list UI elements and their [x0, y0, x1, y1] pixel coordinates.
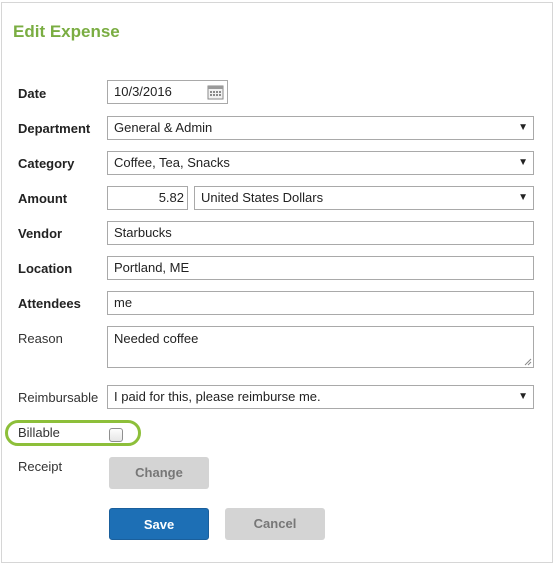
date-field[interactable]: 10/3/2016: [107, 80, 228, 104]
save-button[interactable]: Save: [109, 508, 209, 540]
attendees-input[interactable]: me: [107, 291, 534, 315]
reimbursable-label: Reimbursable: [18, 390, 99, 405]
cancel-button[interactable]: Cancel: [225, 508, 325, 540]
receipt-label: Receipt: [18, 459, 63, 474]
reimbursable-select[interactable]: I paid for this, please reimburse me. ▼: [107, 385, 534, 409]
chevron-down-icon: ▼: [518, 122, 528, 133]
calendar-icon[interactable]: [207, 84, 224, 100]
location-input[interactable]: Portland, ME: [107, 256, 534, 280]
department-label: Department: [18, 121, 91, 136]
reason-label: Reason: [18, 331, 63, 346]
amount-label: Amount: [18, 191, 68, 206]
change-receipt-button[interactable]: Change: [109, 457, 209, 489]
vendor-input[interactable]: Starbucks: [107, 221, 534, 245]
category-select[interactable]: Coffee, Tea, Snacks ▼: [107, 151, 534, 175]
billable-label: Billable: [18, 425, 60, 440]
attendees-label: Attendees: [18, 296, 81, 311]
amount-input[interactable]: 5.82: [107, 186, 188, 210]
currency-select[interactable]: United States Dollars ▼: [194, 186, 534, 210]
currency-value: United States Dollars: [201, 190, 324, 205]
chevron-down-icon: ▼: [518, 192, 528, 203]
department-value: General & Admin: [114, 120, 213, 135]
date-label: Date: [18, 86, 47, 101]
vendor-label: Vendor: [18, 226, 63, 241]
edit-expense-dialog: Edit Expense Date 10/3/2016 Department G…: [1, 2, 553, 563]
chevron-down-icon: ▼: [518, 157, 528, 168]
chevron-down-icon: ▼: [518, 391, 528, 402]
dialog-title: Edit Expense: [13, 22, 120, 41]
reason-textarea[interactable]: Needed coffee: [107, 326, 534, 368]
resize-handle-icon[interactable]: [524, 358, 532, 366]
department-select[interactable]: General & Admin ▼: [107, 116, 534, 140]
date-value: 10/3/2016: [114, 84, 172, 99]
category-value: Coffee, Tea, Snacks: [114, 155, 230, 170]
billable-checkbox[interactable]: [109, 428, 123, 442]
reimbursable-value: I paid for this, please reimburse me.: [114, 389, 321, 404]
location-label: Location: [18, 261, 73, 276]
reason-value: Needed coffee: [114, 331, 199, 346]
category-label: Category: [18, 156, 75, 171]
